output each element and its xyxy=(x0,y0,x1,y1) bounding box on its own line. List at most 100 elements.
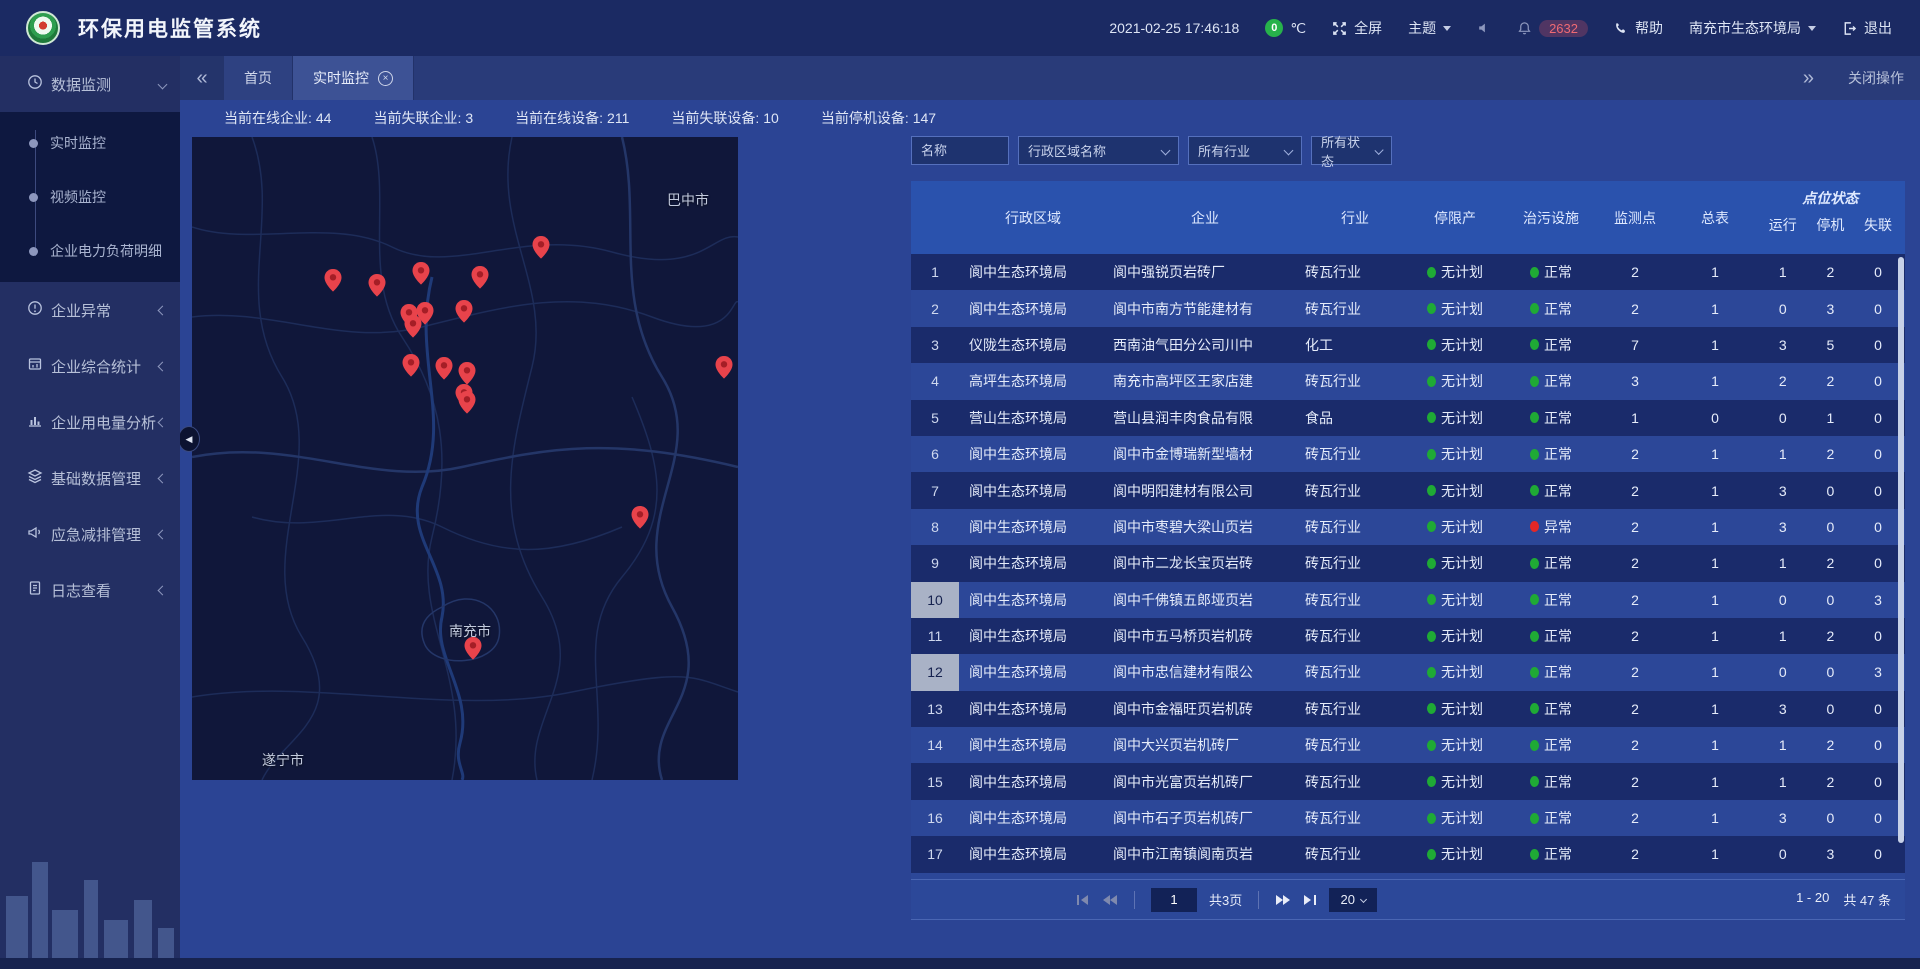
prev-page-button[interactable] xyxy=(1102,894,1118,906)
table-row-8[interactable]: 8阆中生态环境局阆中市枣碧大梁山页岩砖瓦行业无计划异常21300 xyxy=(911,509,1905,545)
map-pin-icon[interactable] xyxy=(435,357,453,380)
table-row-6[interactable]: 6阆中生态环境局阆中市金博瑞新型墙材砖瓦行业无计划正常21120 xyxy=(911,436,1905,472)
page-number-input[interactable] xyxy=(1151,888,1197,912)
table-row-17[interactable]: 17阆中生态环境局阆中市江南镇阆南页岩砖瓦行业无计划正常21030 xyxy=(911,836,1905,872)
theme-dropdown[interactable]: 主题 xyxy=(1408,18,1451,38)
map-pin-icon[interactable] xyxy=(631,506,649,529)
next-page-button[interactable] xyxy=(1275,894,1291,906)
pollution-facility-text: 正常 xyxy=(1544,335,1572,355)
pollution-facility-text: 正常 xyxy=(1544,662,1572,682)
map-pin-icon[interactable] xyxy=(324,269,342,292)
last-page-button[interactable] xyxy=(1303,894,1317,906)
cell-industry: 砖瓦行业 xyxy=(1303,299,1407,319)
close-operations-button[interactable]: 关闭操作 xyxy=(1848,68,1904,88)
row-index: 12 xyxy=(911,654,959,690)
sidebar-item-3[interactable]: 企业综合统计 xyxy=(0,338,180,394)
cell-production-limit: 无计划 xyxy=(1407,626,1503,646)
table-row-2[interactable]: 2阆中生态环境局阆中市南方节能建材有砖瓦行业无计划正常21030 xyxy=(911,290,1905,326)
cell-industry: 砖瓦行业 xyxy=(1303,371,1407,391)
alerts-button[interactable]: 2632 xyxy=(1517,20,1588,37)
cell-company: 阆中市金福旺页岩机砖 xyxy=(1107,699,1303,719)
sidebar-collapse-button[interactable]: ◀ xyxy=(178,426,200,452)
tab-close-icon[interactable]: × xyxy=(378,71,393,86)
status-stat: 当前失联设备:10 xyxy=(671,108,778,128)
industry-filter-select[interactable]: 所有行业 xyxy=(1188,136,1302,165)
map-pin-icon[interactable] xyxy=(532,236,550,259)
cell-offline: 0 xyxy=(1854,737,1902,753)
sidebar-subitem[interactable]: 企业电力负荷明细 xyxy=(0,224,180,278)
page-size-select[interactable]: 20 xyxy=(1329,888,1377,912)
sidebar-item-label: 数据监测 xyxy=(51,74,111,95)
cell-stopped: 3 xyxy=(1807,846,1855,862)
map-pin-icon[interactable] xyxy=(471,266,489,289)
map-pin-icon[interactable] xyxy=(404,315,422,338)
sidebar-item-4[interactable]: 企业用电量分析 xyxy=(0,394,180,450)
tab-首页[interactable]: 首页 xyxy=(224,56,293,100)
status-dot-green xyxy=(1530,558,1539,569)
pollution-facility-text: 正常 xyxy=(1544,553,1572,573)
cell-company: 阆中市石子页岩机砖厂 xyxy=(1107,808,1303,828)
sidebar-item-2[interactable]: 企业异常 xyxy=(0,282,180,338)
name-filter-input[interactable] xyxy=(921,143,999,158)
tab-实时监控[interactable]: 实时监控× xyxy=(293,56,414,100)
voice-toggle-button[interactable] xyxy=(1477,21,1491,35)
fullscreen-button[interactable]: 全屏 xyxy=(1332,18,1382,38)
map-pin-icon[interactable] xyxy=(402,354,420,377)
sub-header-label: 运行 xyxy=(1759,215,1807,254)
row-index: 14 xyxy=(911,727,959,763)
table-row-13[interactable]: 13阆中生态环境局阆中市金福旺页岩机砖砖瓦行业无计划正常21300 xyxy=(911,691,1905,727)
map-pin-icon[interactable] xyxy=(464,637,482,660)
cell-production-limit: 无计划 xyxy=(1407,699,1503,719)
map-pin-icon[interactable] xyxy=(715,356,733,379)
help-button[interactable]: 帮助 xyxy=(1614,18,1663,38)
pollution-facility-text: 正常 xyxy=(1544,371,1572,391)
first-page-button[interactable] xyxy=(1076,894,1090,906)
last-page-icon xyxy=(1303,894,1317,906)
sidebar-item-5[interactable]: 基础数据管理 xyxy=(0,450,180,506)
cell-production-limit: 无计划 xyxy=(1407,408,1503,428)
logout-button[interactable]: 退出 xyxy=(1842,18,1892,38)
sidebar-item-7[interactable]: 日志查看 xyxy=(0,562,180,618)
name-filter-field[interactable] xyxy=(911,136,1009,165)
table-row-11[interactable]: 11阆中生态环境局阆中市五马桥页岩机砖砖瓦行业无计划正常21120 xyxy=(911,618,1905,654)
table-row-7[interactable]: 7阆中生态环境局阆中明阳建材有限公司砖瓦行业无计划正常21300 xyxy=(911,472,1905,508)
cell-monitor-points: 1 xyxy=(1599,410,1671,426)
map-pin-icon[interactable] xyxy=(455,300,473,323)
table-row-3[interactable]: 3仪陇生态环境局西南油气田分公司川中化工无计划正常71350 xyxy=(911,327,1905,363)
map-roads xyxy=(192,137,738,780)
map-pin-icon[interactable] xyxy=(458,391,476,414)
table-row-1[interactable]: 1阆中生态环境局阆中强锐页岩砖厂砖瓦行业无计划正常21120 xyxy=(911,254,1905,290)
status-dot-green xyxy=(1530,376,1539,387)
map-panel[interactable]: 巴中市南充市遂宁市 xyxy=(192,137,738,780)
table-row-5[interactable]: 5营山生态环境局营山县润丰肉食品有限食品无计划正常10010 xyxy=(911,400,1905,436)
tabs-scroll-left-button[interactable]: « xyxy=(180,56,224,100)
table-row-9[interactable]: 9阆中生态环境局阆中市二龙长宝页岩砖砖瓦行业无计划正常21120 xyxy=(911,545,1905,581)
cell-pollution-facility: 正常 xyxy=(1503,699,1599,719)
table-header-5: 治污设施 xyxy=(1503,181,1599,254)
table-row-12[interactable]: 12阆中生态环境局阆中市忠信建材有限公砖瓦行业无计划正常21003 xyxy=(911,654,1905,690)
map-pin-icon[interactable] xyxy=(412,262,430,285)
map-pin-icon[interactable] xyxy=(368,274,386,297)
table-row-15[interactable]: 15阆中生态环境局阆中市光富页岩机砖厂砖瓦行业无计划正常21120 xyxy=(911,763,1905,799)
table-scrollbar-thumb[interactable] xyxy=(1898,257,1904,843)
pollution-facility-text: 正常 xyxy=(1544,808,1572,828)
sidebar-subitem[interactable]: 实时监控 xyxy=(0,116,180,170)
sidebar-item-label: 企业用电量分析 xyxy=(51,412,156,433)
map-pin-icon[interactable] xyxy=(458,362,476,385)
table-row-14[interactable]: 14阆中生态环境局阆中大兴页岩机砖厂砖瓦行业无计划正常21120 xyxy=(911,727,1905,763)
sidebar-subitem[interactable]: 视频监控 xyxy=(0,170,180,224)
cell-total-meters: 1 xyxy=(1671,701,1759,717)
region-filter-select[interactable]: 行政区域名称 xyxy=(1018,136,1179,165)
table-row-4[interactable]: 4高坪生态环境局南充市高坪区王家店建砖瓦行业无计划正常31220 xyxy=(911,363,1905,399)
tabs-scroll-right-button[interactable]: » xyxy=(1803,67,1814,90)
cell-monitor-points: 2 xyxy=(1599,264,1671,280)
status-filter-select[interactable]: 所有状态 xyxy=(1311,136,1392,165)
sidebar-item-1[interactable]: 数据监测 xyxy=(0,56,180,112)
table-row-10[interactable]: 10阆中生态环境局阆中千佛镇五郎垭页岩砖瓦行业无计划正常21003 xyxy=(911,582,1905,618)
table-row-16[interactable]: 16阆中生态环境局阆中市石子页岩机砖厂砖瓦行业无计划正常21300 xyxy=(911,800,1905,836)
cell-total-meters: 1 xyxy=(1671,664,1759,680)
cell-production-limit: 无计划 xyxy=(1407,590,1503,610)
org-dropdown[interactable]: 南充市生态环境局 xyxy=(1689,18,1816,38)
sidebar-item-6[interactable]: 应急减排管理 xyxy=(0,506,180,562)
cell-region: 高坪生态环境局 xyxy=(959,371,1107,391)
